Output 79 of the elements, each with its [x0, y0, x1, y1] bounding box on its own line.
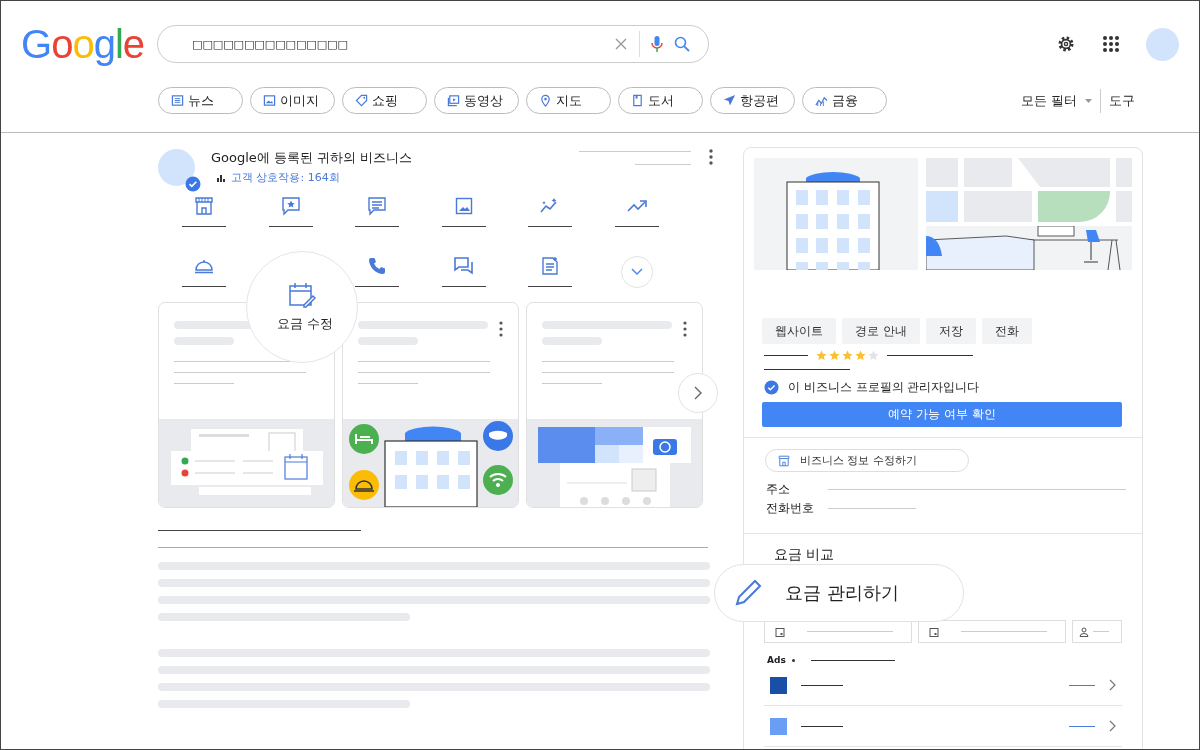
maps-icon [539, 94, 552, 107]
calendar-icon [929, 626, 939, 637]
star-icon [855, 350, 866, 361]
manager-note: 이 비즈니스 프로필의 관리자입니다 [788, 379, 980, 396]
profile-action-button[interactable]: 전화 [981, 318, 1032, 344]
profile-action-button[interactable]: 웹사이트 [762, 318, 836, 344]
bar-chart-icon [217, 173, 226, 182]
section-title: 요금 비교 [774, 546, 836, 564]
edit-rates-tooltip[interactable]: 요금 수정 [246, 251, 358, 363]
field-label: 주소 [766, 481, 791, 498]
check-availability-button[interactable]: 예약 가능 여부 확인 [762, 402, 1122, 427]
star-icon [868, 350, 879, 361]
profile-action-button[interactable]: 저장 [925, 318, 976, 344]
chevron-right-icon [1109, 720, 1116, 732]
search-query: □□□□□□□□□□□□□□□ [192, 37, 349, 51]
more-options-icon[interactable] [683, 321, 687, 337]
interactions-link[interactable]: 고객 상호작용: 164회 [231, 170, 340, 185]
check-out-date-field[interactable] [918, 620, 1066, 643]
placeholder-line [542, 383, 602, 384]
filter-chip[interactable]: 이미지 [250, 87, 335, 114]
all-filters-button[interactable]: 모든 필터 [1020, 91, 1092, 110]
post-card[interactable] [526, 302, 703, 508]
verified-badge-icon [764, 380, 779, 395]
star-icon [829, 350, 840, 361]
star-icon [842, 350, 853, 361]
flights-icon [723, 94, 736, 107]
callout-label: 요금 수정 [275, 315, 334, 333]
search-icon[interactable] [674, 36, 690, 52]
pencil-icon [733, 578, 763, 608]
placeholder-line [358, 383, 418, 384]
manage-rates-tooltip[interactable]: 요금 관리하기 [714, 564, 964, 622]
tools-button[interactable]: 도구 [1109, 91, 1135, 110]
microphone-icon[interactable] [651, 35, 663, 53]
close-icon[interactable] [614, 37, 628, 51]
callout-label: 요금 관리하기 [785, 581, 899, 605]
chevron-right-icon [693, 386, 703, 400]
placeholder-line [174, 383, 234, 384]
chat-icon[interactable] [453, 256, 474, 276]
store-icon[interactable] [194, 196, 214, 216]
filter-chip[interactable]: 쇼핑 [342, 87, 427, 114]
images-icon [263, 94, 276, 107]
calendar-edit-icon [288, 281, 316, 309]
chevron-down-icon [630, 268, 643, 276]
filter-chip[interactable]: 동영상 [434, 87, 519, 114]
ads-label: Ads [767, 655, 786, 665]
apps-grid-icon[interactable] [1102, 35, 1120, 53]
finance-icon [815, 94, 828, 107]
phone-icon[interactable] [367, 256, 387, 276]
star-icon [816, 350, 827, 361]
chevron-right-icon [1109, 679, 1116, 691]
caret-icon [1085, 99, 1092, 103]
settings-icon[interactable] [1056, 34, 1076, 54]
edit-business-info-button[interactable]: 비즈니스 정보 수정하기 [765, 449, 969, 472]
google-logo[interactable]: Google [21, 24, 157, 64]
post-card[interactable] [342, 302, 519, 508]
shopping-icon [355, 94, 368, 107]
verified-badge-icon [185, 176, 201, 192]
more-options-icon[interactable] [499, 321, 503, 337]
post-icon[interactable] [540, 256, 560, 276]
person-icon [1079, 626, 1089, 637]
business-title: Google에 등록된 귀하의 비즈니스 [211, 149, 413, 167]
photo-icon[interactable] [453, 196, 474, 216]
filter-chip[interactable]: 지도 [526, 87, 611, 114]
store-icon [778, 454, 790, 467]
filter-chip[interactable]: 도서 [618, 87, 703, 114]
filter-chip[interactable]: 뉴스 [158, 87, 243, 114]
profile-action-button[interactable]: 경로 안내 [842, 318, 920, 344]
calendar-icon [775, 626, 785, 637]
videos-icon [447, 94, 460, 107]
message-icon[interactable] [367, 196, 387, 216]
placeholder-line [635, 164, 691, 165]
filter-chip[interactable]: 항공편 [710, 87, 795, 114]
more-options-icon[interactable] [709, 149, 713, 165]
books-icon [631, 94, 644, 107]
guests-field[interactable] [1072, 620, 1122, 643]
review-icon[interactable] [280, 196, 301, 216]
filter-chip[interactable]: 금융 [802, 87, 887, 114]
field-label: 전화번호 [766, 500, 815, 517]
news-icon [171, 94, 184, 107]
